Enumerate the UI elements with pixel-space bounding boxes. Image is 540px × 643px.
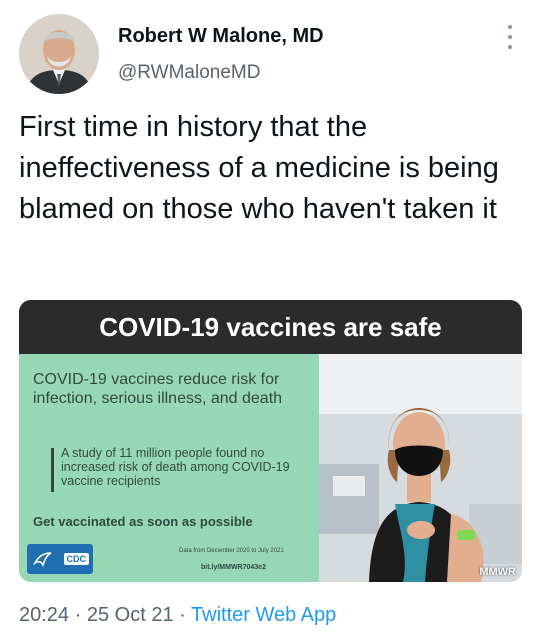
meta-separator: · [74, 604, 82, 626]
tweet-meta: 20:24 · 25 Oct 21 · Twitter Web App [19, 604, 336, 627]
photo-panel: MMWR [319, 354, 522, 582]
info-panel: COVID-19 vaccines reduce risk for infect… [19, 354, 319, 582]
more-dot [508, 45, 512, 49]
more-dot [508, 35, 512, 39]
lead-text: COVID-19 vaccines reduce risk for infect… [33, 371, 283, 407]
cdc-logo: CDC [27, 544, 93, 574]
tweet-text: First time in history that the ineffecti… [19, 111, 499, 225]
short-link: bit.ly/MMWR7043e2 [201, 564, 266, 571]
more-dot [508, 25, 512, 29]
data-note: Data from December 2020 to July 2021 [179, 548, 284, 554]
cdc-badge: CDC [63, 553, 89, 565]
avatar[interactable] [19, 14, 99, 94]
author-name[interactable]: Robert W Malone, MD [118, 25, 324, 48]
woman-photo [319, 354, 522, 582]
tweet-time[interactable]: 20:24 [19, 604, 69, 626]
media-headline: COVID-19 vaccines are safe [19, 300, 522, 354]
avatar-photo [19, 14, 99, 94]
study-text: A study of 11 million people found no in… [61, 446, 290, 488]
meta-separator: · [179, 604, 186, 626]
tweet-media[interactable]: COVID-19 vaccines are safe COVID-19 vacc… [19, 300, 522, 582]
quote-bar [51, 448, 54, 492]
hhs-eagle-icon [33, 552, 52, 568]
tweet-date[interactable]: 25 Oct 21 [87, 604, 174, 626]
watermark: MMWR [479, 566, 516, 578]
author-handle[interactable]: @RWMaloneMD [118, 62, 260, 84]
source-app-link[interactable]: Twitter Web App [191, 604, 336, 626]
cta-text: Get vaccinated as soon as possible [33, 514, 253, 529]
more-vertical-icon[interactable] [503, 25, 517, 49]
